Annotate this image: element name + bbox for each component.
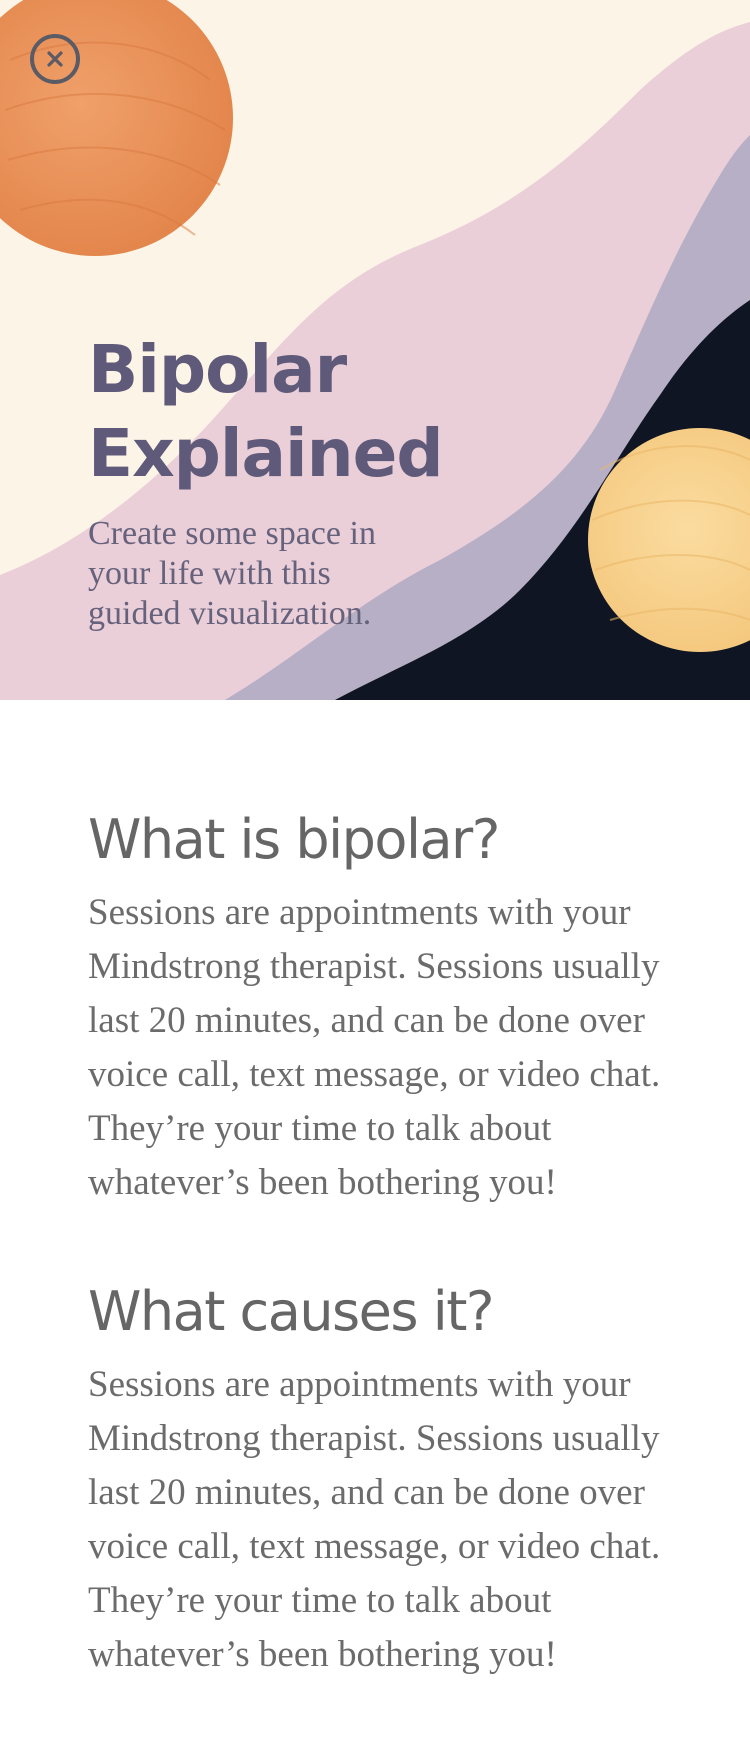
close-x-icon	[47, 51, 63, 67]
hero-banner: Bipolar Explained Create some space in y…	[0, 0, 750, 700]
close-button[interactable]	[30, 34, 80, 84]
section-what-causes-it: What causes it? Sessions are appointment…	[88, 1280, 668, 1682]
section-heading: What causes it?	[88, 1280, 495, 1343]
page-subtitle: Create some space in your life with this…	[88, 515, 376, 632]
article-content: What is bipolar? Sessions are appointmen…	[88, 808, 668, 1752]
section-body: Sessions are appointments with your Mind…	[88, 892, 661, 1203]
section-what-is-bipolar: What is bipolar? Sessions are appointmen…	[88, 808, 668, 1210]
section-heading: What is bipolar?	[88, 808, 500, 871]
page-title: Bipolar Explained	[88, 331, 444, 492]
hero-text-block: Bipolar Explained Create some space in y…	[88, 328, 444, 634]
section-body: Sessions are appointments with your Mind…	[88, 1364, 661, 1675]
